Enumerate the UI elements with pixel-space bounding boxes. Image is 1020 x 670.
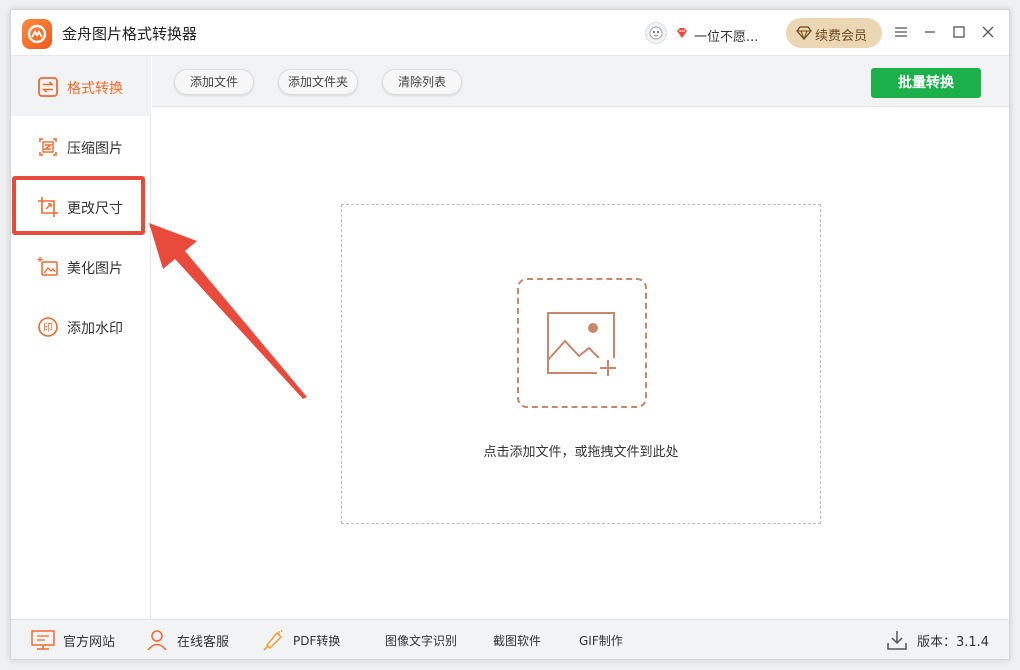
monitor-icon xyxy=(31,630,55,650)
vip-diamond-icon xyxy=(675,26,689,44)
avatar[interactable] xyxy=(645,22,667,44)
app-title: 金舟图片格式转换器 xyxy=(62,25,198,43)
add-folder-button[interactable]: 添加文件夹 xyxy=(278,69,358,95)
gif-link[interactable]: GIF制作 xyxy=(579,620,623,660)
sidebar-item-beautify[interactable]: 美化图片 xyxy=(11,236,151,296)
app-logo-icon xyxy=(22,19,52,49)
close-icon[interactable] xyxy=(977,21,999,43)
batch-convert-button[interactable]: 批量转换 xyxy=(871,68,981,98)
sidebar-item-format-convert[interactable]: 格式转换 xyxy=(11,56,151,116)
add-image-area[interactable] xyxy=(517,278,647,408)
sidebar: 格式转换 压缩图片 更改尺寸 美化图片 印 添加水印 xyxy=(11,56,151,619)
brush-icon xyxy=(263,629,283,651)
gem-icon xyxy=(796,26,812,44)
sidebar-item-watermark[interactable]: 印 添加水印 xyxy=(11,296,151,356)
app-window: 金舟图片格式转换器 一位不愿... 续费会员 格式转换 压缩图片 更改尺寸 美化… xyxy=(10,9,1010,660)
maximize-icon[interactable] xyxy=(948,21,970,43)
sidebar-item-label: 压缩图片 xyxy=(67,141,123,157)
user-name[interactable]: 一位不愿... xyxy=(694,26,758,45)
title-bar: 金舟图片格式转换器 一位不愿... 续费会员 xyxy=(11,10,1009,56)
version-info: 版本：3.1.4 xyxy=(885,620,989,660)
beautify-icon xyxy=(37,256,59,278)
version-label: 版本：3.1.4 xyxy=(917,634,990,650)
screenshot-label: 截图软件 xyxy=(493,633,542,648)
download-icon xyxy=(887,631,907,650)
website-label: 官方网站 xyxy=(63,634,116,650)
format-convert-icon xyxy=(37,76,59,98)
highlight-box xyxy=(12,176,145,235)
svg-text:印: 印 xyxy=(43,322,53,334)
toolbar: 添加文件 添加文件夹 清除列表 批量转换 xyxy=(152,56,1009,107)
ocr-link[interactable]: 图像文字识别 xyxy=(385,620,457,660)
clear-list-button[interactable]: 清除列表 xyxy=(382,69,462,95)
pdf-label: PDF转换 xyxy=(293,633,341,648)
file-drop-zone[interactable]: 点击添加文件，或拖拽文件到此处 xyxy=(341,204,821,524)
renew-label: 续费会员 xyxy=(815,29,868,44)
sidebar-item-label: 格式转换 xyxy=(67,81,123,97)
watermark-icon: 印 xyxy=(37,316,59,338)
status-bar: 官方网站 在线客服 PDF转换 图像文字识别 截图软件 GIF制作 版本：3.1… xyxy=(11,619,1009,659)
sidebar-item-label: 添加水印 xyxy=(67,321,123,337)
add-file-button[interactable]: 添加文件 xyxy=(174,69,254,95)
screenshot-link[interactable]: 截图软件 xyxy=(493,620,541,660)
drop-hint-text: 点击添加文件，或拖拽文件到此处 xyxy=(483,445,679,460)
website-link[interactable]: 官方网站 xyxy=(31,620,115,660)
pdf-convert-link[interactable]: PDF转换 xyxy=(261,620,340,660)
sidebar-item-compress[interactable]: 压缩图片 xyxy=(11,116,151,176)
add-image-icon xyxy=(547,312,619,378)
minimize-icon[interactable] xyxy=(919,21,941,43)
annotation-arrow xyxy=(149,223,307,399)
menu-icon[interactable] xyxy=(890,21,912,43)
sidebar-item-label: 美化图片 xyxy=(67,261,123,277)
renew-membership-button[interactable]: 续费会员 xyxy=(786,18,882,48)
user-support-icon xyxy=(147,630,167,651)
support-label: 在线客服 xyxy=(177,634,230,650)
support-link[interactable]: 在线客服 xyxy=(145,620,229,660)
ocr-label: 图像文字识别 xyxy=(385,633,458,648)
compress-icon xyxy=(37,136,59,158)
gif-label: GIF制作 xyxy=(579,633,623,648)
